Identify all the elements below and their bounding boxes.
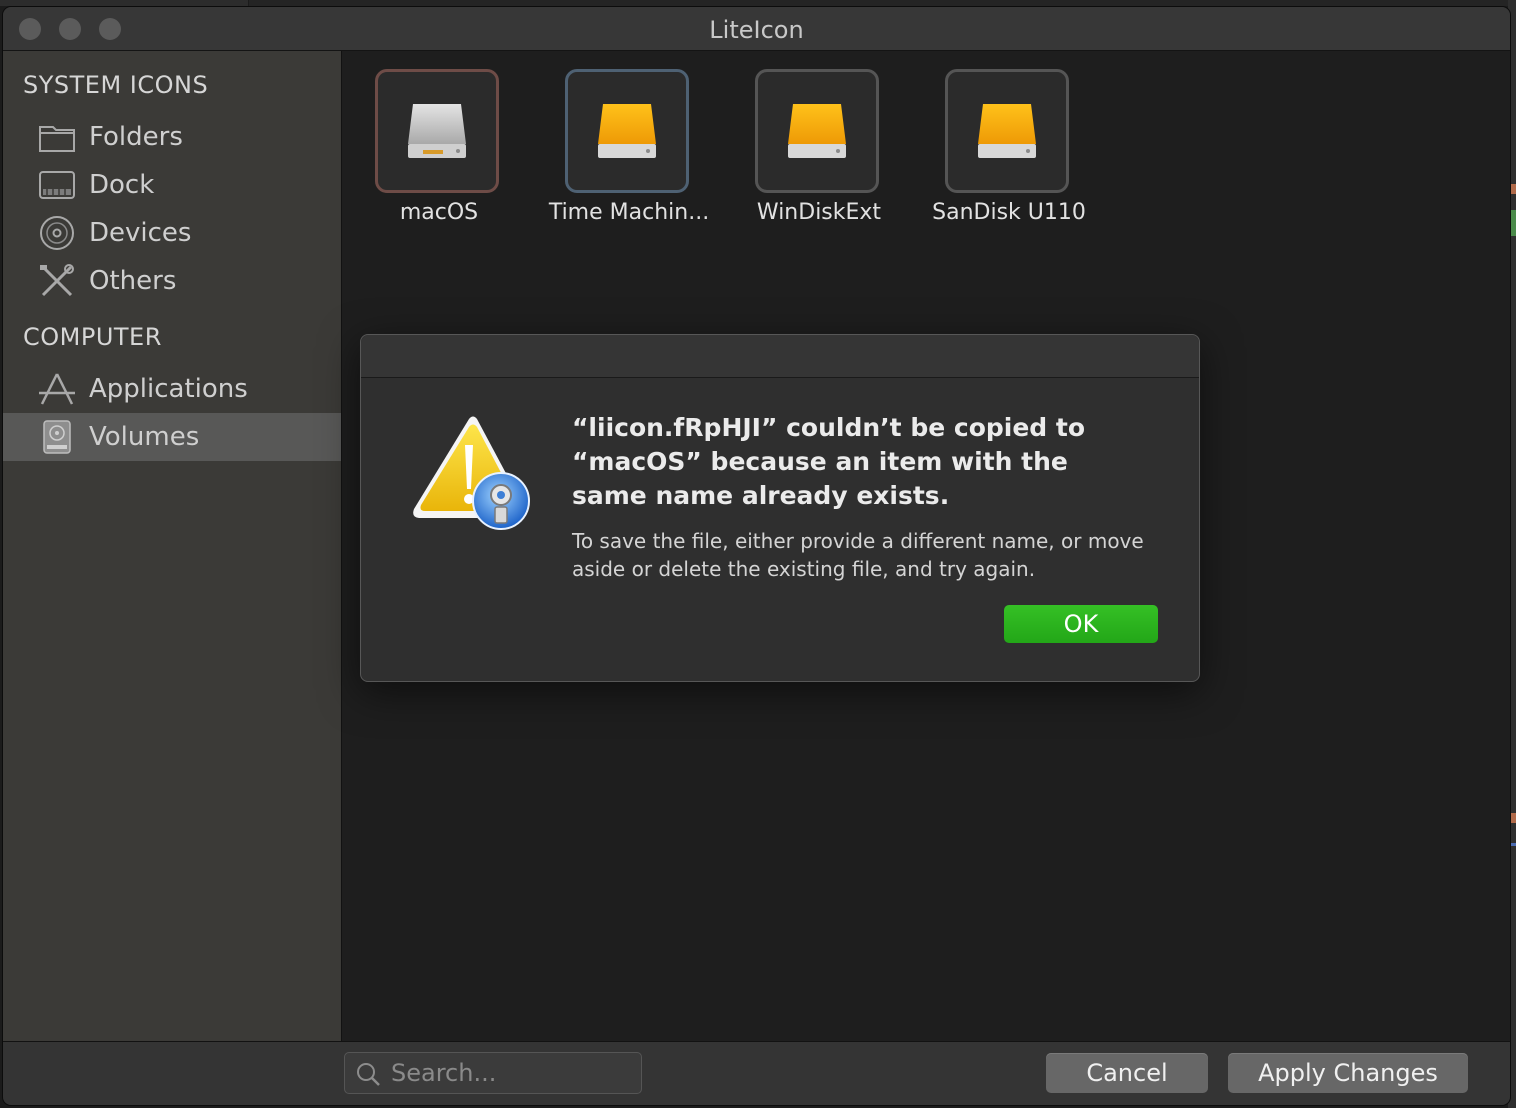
icon-well[interactable] <box>945 69 1069 193</box>
sidebar-item-label: Volumes <box>89 422 200 452</box>
applications-icon <box>39 373 75 405</box>
volume-tile-sandisk[interactable]: SanDisk U110 <box>914 69 1104 229</box>
alert-header <box>361 335 1199 378</box>
volume-label: SanDisk U110 <box>932 200 1086 225</box>
sidebar-item-label: Others <box>89 266 177 296</box>
cancel-button[interactable]: Cancel <box>1046 1053 1208 1093</box>
section-heading-computer: COMPUTER <box>23 323 162 351</box>
folder-icon <box>39 126 75 152</box>
apply-changes-button[interactable]: Apply Changes <box>1228 1053 1468 1093</box>
title-bar[interactable]: LiteIcon <box>3 7 1510 51</box>
sidebar-item-folders[interactable]: Folders <box>3 113 341 161</box>
external-drive-icon <box>788 104 846 158</box>
sidebar-item-dock[interactable]: Dock <box>3 161 341 209</box>
tools-icon <box>40 264 74 297</box>
volume-tile-time-machine[interactable]: Time Machin... <box>534 69 724 229</box>
internal-drive-icon <box>408 104 466 158</box>
warning-icon <box>413 416 530 530</box>
search-field[interactable] <box>344 1052 642 1094</box>
search-input[interactable] <box>389 1056 633 1090</box>
sidebar-item-label: Devices <box>89 218 192 248</box>
sidebar-item-applications[interactable]: Applications <box>3 365 341 413</box>
volume-label: WinDiskExt <box>756 200 882 225</box>
error-alert-dialog: “liicon.fRpHJI” couldn’t be copied to “m… <box>360 334 1200 682</box>
icon-well[interactable] <box>565 69 689 193</box>
external-drive-icon <box>978 104 1036 158</box>
sidebar-item-volumes[interactable]: Volumes <box>3 413 341 461</box>
external-drive-icon <box>598 104 656 158</box>
icon-well[interactable] <box>375 69 499 193</box>
sidebar-item-label: Applications <box>89 374 248 404</box>
volume-label: macOS <box>399 200 479 225</box>
volume-drive-icon <box>43 420 71 454</box>
sidebar: SYSTEM ICONS Folders Dock Devices Others… <box>3 51 342 1043</box>
sidebar-item-others[interactable]: Others <box>3 257 341 305</box>
volume-tile-windiskext[interactable]: WinDiskExt <box>724 69 914 229</box>
sidebar-item-label: Dock <box>89 170 155 200</box>
bottom-toolbar: Cancel Apply Changes <box>3 1041 1510 1105</box>
search-icon <box>357 1063 380 1086</box>
disc-icon <box>40 216 74 250</box>
alert-title: “liicon.fRpHJI” couldn’t be copied to “m… <box>572 413 1086 510</box>
dock-icon <box>39 171 75 199</box>
icon-well[interactable] <box>755 69 879 193</box>
volume-label: Time Machin... <box>548 200 710 225</box>
section-heading-system-icons: SYSTEM ICONS <box>23 71 209 99</box>
sidebar-item-devices[interactable]: Devices <box>3 209 341 257</box>
volume-tile-macos[interactable]: macOS <box>344 69 534 229</box>
ok-button[interactable]: OK <box>1004 605 1158 643</box>
window-title: LiteIcon <box>709 16 804 44</box>
sidebar-item-label: Folders <box>89 122 183 152</box>
alert-message: To save the file, either provide a diffe… <box>572 529 1144 581</box>
